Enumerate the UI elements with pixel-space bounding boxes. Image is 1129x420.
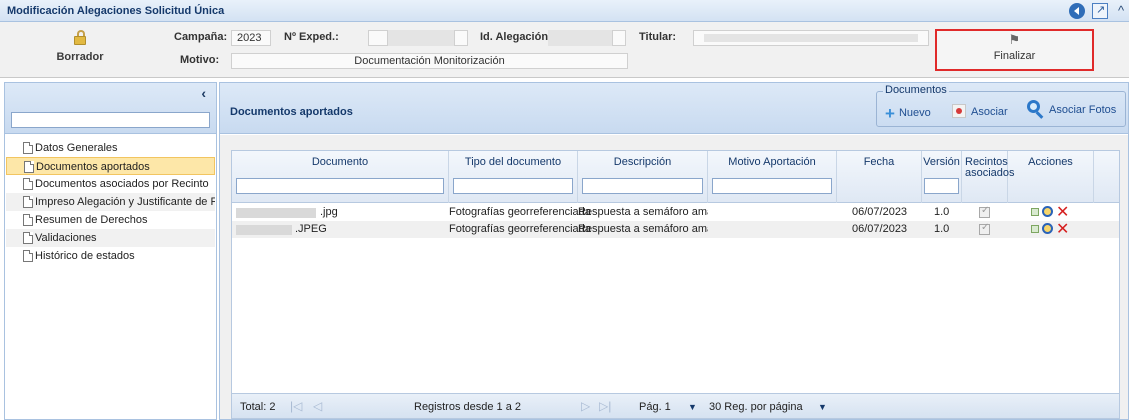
redacted-filename (236, 208, 316, 218)
expediente-field (388, 30, 454, 46)
asociar-fotos-button[interactable]: Asociar Fotos (1024, 99, 1116, 119)
status-label: Borrador (56, 51, 104, 63)
page-dropdown-icon[interactable]: ▼ (688, 402, 697, 412)
finalizar-label: Finalizar (993, 50, 1036, 62)
filter-version-input[interactable] (924, 178, 959, 194)
collapse-sidebar-icon[interactable]: ‹ (201, 85, 206, 101)
sidebar-item-documentos-recinto[interactable]: Documentos asociados por Recinto (6, 175, 215, 193)
sidebar-item-impreso-alegacion[interactable]: Impreso Alegación y Justificante de Re (6, 193, 215, 211)
select-action-icon[interactable] (1031, 225, 1039, 233)
column-documento: Documento (232, 151, 449, 203)
nuevo-button[interactable]: + Nuevo (885, 104, 931, 124)
table-header: Documento Tipo del documento Descripción… (232, 151, 1119, 203)
sidebar-item-historico-estados[interactable]: Histórico de estados (6, 247, 215, 265)
status-block: Borrador (40, 30, 120, 63)
documentos-toolbar: Documentos + Nuevo Asociar Asociar Fotos (876, 84, 1126, 127)
finalizar-button[interactable]: ⚑ Finalizar (935, 29, 1094, 71)
document-icon (23, 232, 33, 244)
main-panel: Documentos aportados Documentos + Nuevo A… (219, 82, 1129, 420)
document-icon (23, 142, 33, 154)
sidebar-search-input[interactable] (11, 112, 210, 128)
page-number: Pág. 1 (639, 401, 671, 413)
id-alegacion-field (548, 30, 612, 46)
window-titlebar: Modificación Alegaciones Solicitud Única… (0, 0, 1129, 22)
chevron-up-icon[interactable]: ^ (1113, 3, 1129, 19)
column-recintos: Recintos asociados (962, 151, 1015, 203)
document-icon (24, 161, 34, 173)
sidebar-item-resumen-derechos[interactable]: Resumen de Derechos (6, 211, 215, 229)
delete-icon[interactable]: ✕ (1056, 222, 1069, 238)
plus-icon: + (885, 104, 895, 123)
per-page-dropdown-icon[interactable]: ▼ (818, 402, 827, 412)
column-tipo: Tipo del documento (449, 151, 578, 203)
link-document-icon (952, 104, 966, 118)
pagination-bar: Total: 2 |◁ ◁ Registros desde 1 a 2 ▷ ▷|… (232, 393, 1119, 418)
campana-field: 2023 (231, 30, 271, 46)
view-document-icon[interactable] (1042, 223, 1053, 234)
table-row[interactable]: .JPEG Fotografías georreferenciada Respu… (232, 221, 1119, 238)
last-page-icon[interactable]: ▷| (599, 399, 611, 413)
section-title: Documentos aportados (230, 106, 353, 118)
next-page-icon[interactable]: ▷ (581, 399, 590, 413)
filter-descripcion-input[interactable] (582, 178, 703, 194)
document-icon (23, 178, 33, 190)
toolbar-legend: Documentos (883, 84, 949, 96)
id-alegacion-label: Id. Alegación: (480, 31, 552, 43)
filter-tipo-input[interactable] (453, 178, 573, 194)
column-version: Versión (922, 151, 962, 203)
prev-page-icon[interactable]: ◁ (313, 399, 322, 413)
lock-icon (74, 30, 86, 45)
id-alegacion-field-suffix (612, 30, 626, 46)
document-icon (23, 250, 33, 262)
expediente-field-suffix (454, 30, 468, 46)
campana-label: Campaña: (174, 31, 228, 43)
titular-field (693, 30, 929, 46)
total-count: Total: 2 (240, 401, 276, 413)
sidebar-nav: Datos Generales Documentos aportados Doc… (5, 139, 216, 265)
open-external-icon[interactable] (1092, 3, 1108, 19)
column-acciones: Acciones (1008, 151, 1094, 203)
filter-motivo-input[interactable] (712, 178, 832, 194)
filter-documento-input[interactable] (236, 178, 444, 194)
select-action-icon[interactable] (1031, 208, 1039, 216)
window-title: Modificación Alegaciones Solicitud Única (7, 5, 225, 17)
sidebar-item-documentos-aportados[interactable]: Documentos aportados (6, 157, 215, 175)
document-icon (23, 214, 33, 226)
redacted-filename (236, 225, 292, 235)
column-motivo: Motivo Aportación (708, 151, 837, 203)
asociar-button[interactable]: Asociar (952, 104, 1008, 118)
table-row[interactable]: .jpg Fotografías georreferenciada Respue… (232, 204, 1119, 221)
first-page-icon[interactable]: |◁ (290, 399, 302, 413)
motivo-field: Documentación Monitorización (231, 53, 628, 69)
records-range: Registros desde 1 a 2 (414, 401, 522, 413)
expediente-label: Nº Exped.: (284, 31, 339, 43)
header-form: Borrador Campaña: 2023 Nº Exped.: Id. Al… (0, 22, 1129, 78)
delete-icon[interactable]: ✕ (1056, 205, 1069, 221)
search-photos-icon (1024, 99, 1046, 119)
titular-label: Titular: (639, 31, 677, 43)
sidebar-item-validaciones[interactable]: Validaciones (6, 229, 215, 247)
per-page-select[interactable]: 30 Reg. por página (709, 401, 803, 413)
recintos-checkbox-icon (979, 222, 990, 235)
help-icon[interactable] (1069, 3, 1085, 19)
view-document-icon[interactable] (1042, 206, 1053, 217)
content-area: Documento Tipo del documento Descripción… (220, 135, 1128, 419)
main-header: Documentos aportados Documentos + Nuevo A… (220, 83, 1128, 134)
documents-table: Documento Tipo del documento Descripción… (231, 150, 1120, 419)
motivo-label: Motivo: (180, 54, 220, 66)
sidebar: ‹ Datos Generales Documentos aportados D… (4, 82, 217, 420)
finish-flag-icon: ⚑ (1008, 32, 1021, 47)
column-descripcion: Descripción (578, 151, 708, 203)
document-icon (23, 196, 33, 208)
sidebar-item-datos-generales[interactable]: Datos Generales (6, 139, 215, 157)
recintos-checkbox-icon (979, 205, 990, 218)
column-fecha: Fecha (837, 151, 922, 203)
expediente-field-prefix (368, 30, 388, 46)
sidebar-header: ‹ (5, 83, 216, 134)
